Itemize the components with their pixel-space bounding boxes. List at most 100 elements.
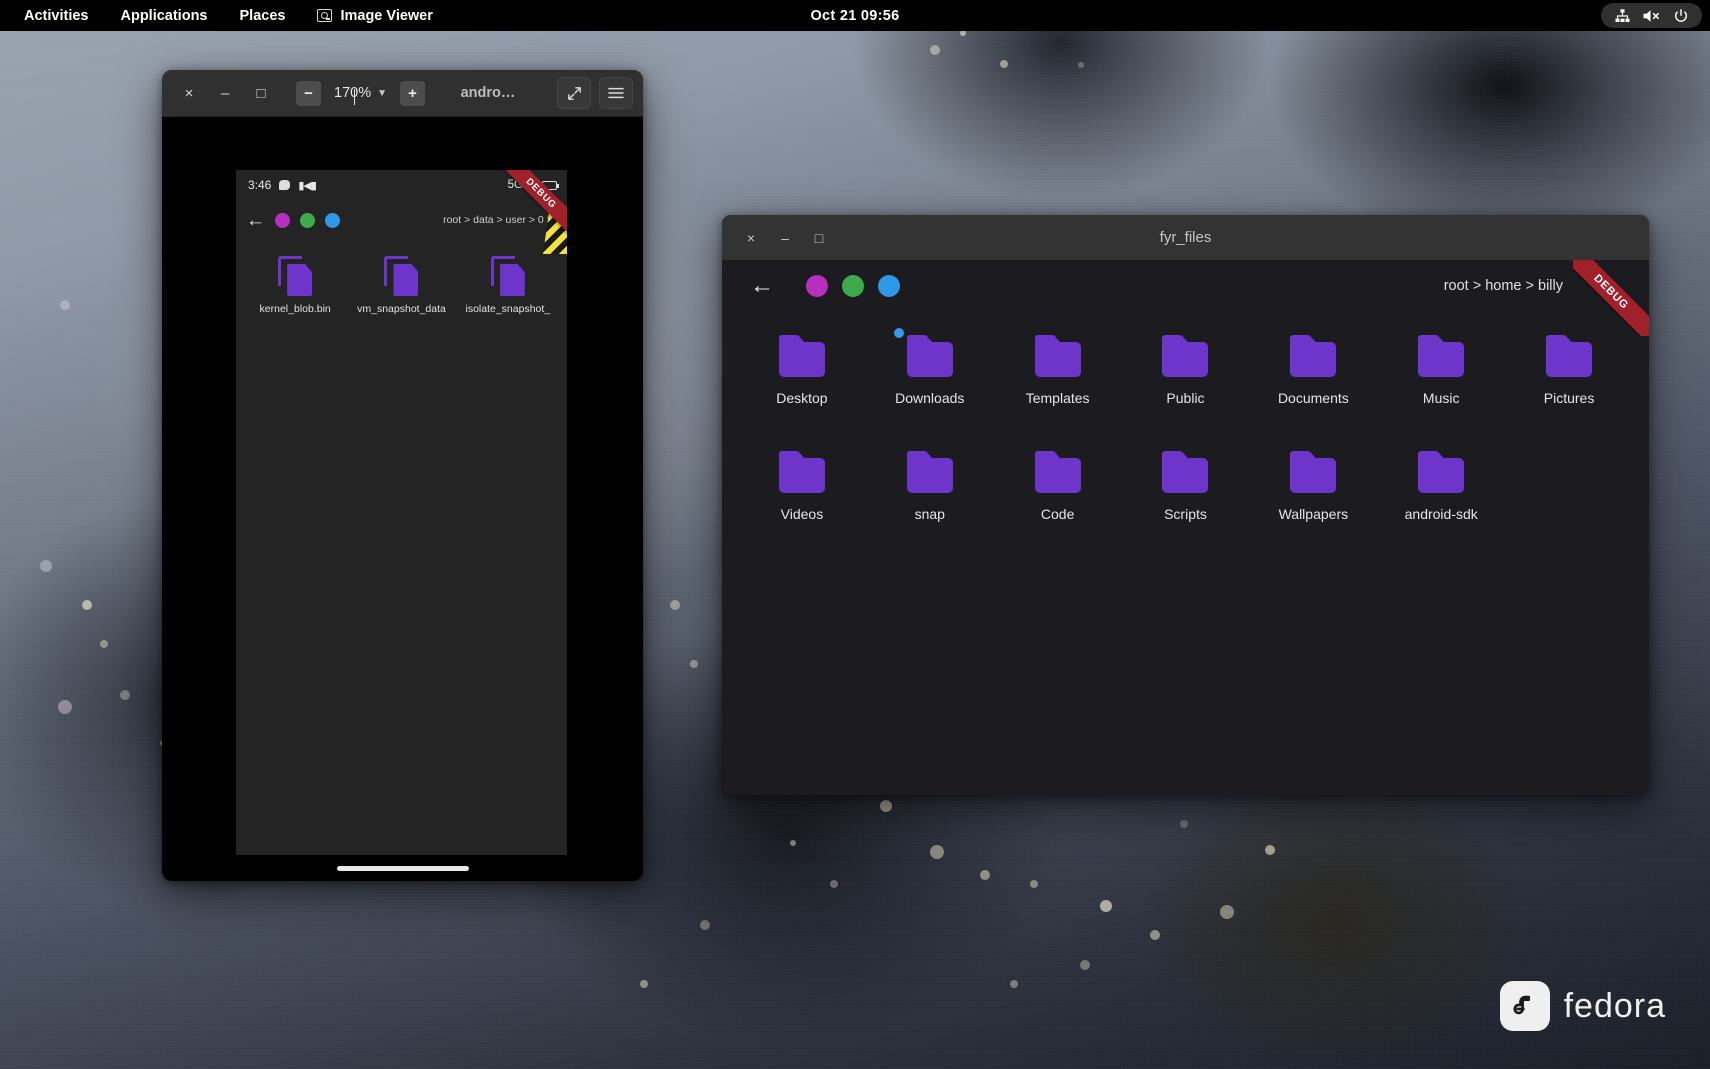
wallpaper-speck: [670, 600, 680, 610]
folder-label: Videos: [738, 506, 866, 522]
wallpaper-speck: [60, 300, 70, 310]
folder-icon: [1162, 342, 1208, 377]
android-screen-content: DEBUG 3:46 ▮◀▮ 5G ← root > data > user >…: [236, 170, 567, 881]
file-label: kernel_blob.bin: [242, 303, 348, 315]
close-button[interactable]: ×: [172, 76, 206, 110]
maximize-button[interactable]: □: [802, 221, 836, 255]
close-button[interactable]: ×: [734, 221, 768, 255]
zoom-level-dropdown[interactable]: 170% ▼: [321, 85, 400, 101]
zoom-controls[interactable]: − 170% ▼ +: [296, 81, 425, 106]
folder-item-downloads[interactable]: Downloads: [866, 330, 994, 406]
toolbar-circle-magenta[interactable]: [806, 275, 828, 297]
wallpaper-speck: [880, 800, 892, 812]
image-viewer-title: andro…: [427, 85, 549, 101]
folder-item-scripts[interactable]: Scripts: [1122, 446, 1250, 522]
minimize-button[interactable]: –: [208, 76, 242, 110]
back-arrow-icon[interactable]: ←: [246, 211, 265, 230]
active-app-label: Image Viewer: [340, 8, 432, 24]
file-icon: [491, 256, 525, 296]
image-canvas[interactable]: DEBUG 3:46 ▮◀▮ 5G ← root > data > user >…: [162, 117, 643, 881]
wallpaper-speck: [1150, 930, 1160, 940]
topbar-applications[interactable]: Applications: [104, 0, 223, 31]
list-item[interactable]: vm_snapshot_data: [348, 256, 454, 315]
fyr-files-body: DEBUG ← root > home > billy Desktop Down…: [722, 260, 1649, 795]
wallpaper-speck: [1220, 905, 1234, 919]
wallpaper-speck: [830, 880, 838, 888]
topbar-status-area[interactable]: [1601, 3, 1702, 28]
image-viewer-titlebar[interactable]: × – □ − 170% ▼ + andro…: [162, 70, 643, 117]
folder-item-wallpapers[interactable]: Wallpapers: [1249, 446, 1377, 522]
folder-item-templates[interactable]: Templates: [994, 330, 1122, 406]
folder-item-code[interactable]: Code: [994, 446, 1122, 522]
image-viewer-icon: [317, 9, 332, 22]
folder-item-snap[interactable]: snap: [866, 446, 994, 522]
power-icon: [1673, 8, 1689, 24]
folder-icon: [1290, 342, 1336, 377]
applications-label: Applications: [120, 8, 207, 24]
fyr-files-window[interactable]: × – □ fyr_files DEBUG ← root > home > bi…: [722, 215, 1649, 795]
folder-item-music[interactable]: Music: [1377, 330, 1505, 406]
breadcrumb[interactable]: root > home > billy: [1444, 278, 1563, 294]
list-item[interactable]: kernel_blob.bin: [242, 256, 348, 315]
image-viewer-window[interactable]: × – □ − 170% ▼ + andro… DEBUG 3:46 ▮◀▮ 5…: [162, 70, 643, 881]
back-arrow-icon[interactable]: ←: [750, 274, 774, 298]
wallpaper-speck: [930, 45, 940, 55]
folder-label: Wallpapers: [1249, 506, 1377, 522]
toolbar-circle-blue[interactable]: [325, 213, 340, 228]
home-pill-icon[interactable]: [337, 866, 469, 871]
toolbar-circle-blue[interactable]: [878, 275, 900, 297]
folder-item-videos[interactable]: Videos: [738, 446, 866, 522]
list-item[interactable]: isolate_snapshot_: [455, 256, 561, 315]
folder-label: Music: [1377, 390, 1505, 406]
media-icon: ▮◀▮: [298, 179, 316, 192]
file-label: vm_snapshot_data: [348, 303, 454, 315]
folder-item-pictures[interactable]: Pictures: [1505, 330, 1633, 406]
battery-icon: [542, 181, 557, 190]
android-app-toolbar: ← root > data > user > 0 > c: [236, 200, 567, 240]
toolbar-circle-green[interactable]: [300, 213, 315, 228]
network-icon: [1614, 8, 1631, 24]
toolbar-circle-magenta[interactable]: [275, 213, 290, 228]
places-label: Places: [240, 8, 286, 24]
fyr-files-titlebar[interactable]: × – □ fyr_files: [722, 215, 1649, 260]
fullscreen-button[interactable]: [557, 77, 591, 109]
wallpaper-speck: [58, 700, 72, 714]
folder-item-documents[interactable]: Documents: [1249, 330, 1377, 406]
wallpaper-speck: [1078, 62, 1084, 68]
folder-label: Code: [994, 506, 1122, 522]
zoom-in-button[interactable]: +: [400, 81, 425, 106]
folder-grid: Desktop Downloads Templates Public Docum…: [722, 312, 1649, 522]
file-icon: [384, 256, 418, 296]
android-status-bar: 3:46 ▮◀▮ 5G: [236, 170, 567, 200]
notification-badge-icon: [894, 328, 904, 338]
zoom-level-value: 170%: [334, 85, 371, 101]
menu-button[interactable]: [599, 77, 633, 109]
zoom-out-button[interactable]: −: [296, 81, 321, 106]
wallpaper-speck: [1030, 880, 1038, 888]
minimize-button[interactable]: –: [768, 221, 802, 255]
topbar-activities[interactable]: Activities: [8, 0, 104, 31]
wallpaper-speck: [690, 660, 698, 668]
gnome-top-bar: Activities Applications Places Image Vie…: [0, 0, 1710, 31]
fullscreen-icon: [566, 85, 583, 102]
wallpaper-speck: [1265, 845, 1275, 855]
fedora-watermark: fedora: [1500, 981, 1666, 1031]
folder-icon: [779, 458, 825, 493]
android-screenshot-image: DEBUG 3:46 ▮◀▮ 5G ← root > data > user >…: [162, 117, 643, 881]
folder-item-android-sdk[interactable]: android-sdk: [1377, 446, 1505, 522]
wallpaper-speck: [1080, 960, 1090, 970]
folder-icon: [1162, 458, 1208, 493]
toolbar-circle-green[interactable]: [842, 275, 864, 297]
maximize-button[interactable]: □: [244, 76, 278, 110]
folder-icon: [1546, 342, 1592, 377]
wallpaper-speck: [82, 600, 92, 610]
folder-item-desktop[interactable]: Desktop: [738, 330, 866, 406]
wallpaper-speck: [1180, 820, 1188, 828]
topbar-places[interactable]: Places: [224, 0, 302, 31]
topbar-clock[interactable]: Oct 21 09:56: [810, 8, 899, 24]
folder-icon: [1418, 458, 1464, 493]
folder-item-public[interactable]: Public: [1122, 330, 1250, 406]
fyr-files-toolbar: ← root > home > billy: [722, 260, 1649, 312]
topbar-active-app[interactable]: Image Viewer: [301, 0, 448, 31]
folder-label: android-sdk: [1377, 506, 1505, 522]
